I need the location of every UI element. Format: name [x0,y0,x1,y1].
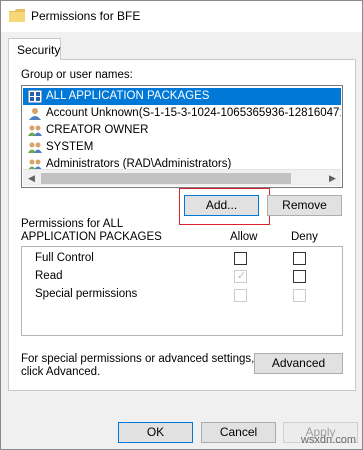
special-allow-checkbox [234,289,247,302]
advanced-button[interactable]: Advanced [254,353,343,374]
users-icon [28,141,42,154]
permissions-label-line1: Permissions for ALL [21,218,124,230]
ok-button[interactable]: OK [118,422,193,443]
cancel-button[interactable]: Cancel [201,422,276,443]
list-item-label: Account Unknown(S-1-15-3-1024-1065365936… [46,107,341,119]
add-button[interactable]: Add... [184,195,259,216]
perm-row-label: Full Control [35,252,94,264]
group-names-label: Group or user names: [21,69,133,81]
perm-row-label: Read [35,270,63,282]
checkmark-icon: ✓ [236,270,247,282]
list-item[interactable]: SYSTEM [23,139,341,156]
window-title: Permissions for BFE [31,9,141,23]
special-deny-checkbox [293,289,306,302]
remove-button[interactable]: Remove [267,195,342,216]
advanced-note-line1: For special permissions or advanced sett… [21,353,255,365]
deny-column-header: Deny [291,231,318,243]
folder-icon [9,9,25,22]
user-icon [28,107,42,120]
advanced-note-line2: click Advanced. [21,366,101,378]
permissions-dialog: Permissions for BFE Security Group or us… [0,0,363,450]
users-icon [28,124,42,137]
scroll-right-icon[interactable]: ▶ [324,170,341,187]
perm-row-label: Special permissions [35,288,138,300]
full-control-allow-checkbox[interactable] [234,252,247,265]
permissions-label-line2: APPLICATION PACKAGES [21,231,162,243]
read-allow-checkbox[interactable]: ✓ [234,270,247,283]
allow-column-header: Allow [230,231,258,243]
title-bar: Permissions for BFE [1,1,362,32]
watermark: wsxdn.com [300,434,356,446]
list-item[interactable]: ALL APPLICATION PACKAGES [23,88,341,105]
list-item-label: CREATOR OWNER [46,124,149,136]
full-control-deny-checkbox[interactable] [293,252,306,265]
list-item-label: SYSTEM [46,141,94,153]
read-deny-checkbox[interactable] [293,270,306,283]
scrollbar-thumb[interactable] [41,173,291,184]
packages-icon [27,89,43,104]
horizontal-scrollbar[interactable]: ◀ ▶ [23,169,341,186]
list-item[interactable]: Account Unknown(S-1-15-3-1024-1065365936… [23,105,341,122]
list-item[interactable]: CREATOR OWNER [23,122,341,139]
scroll-left-icon[interactable]: ◀ [23,170,40,187]
group-user-list[interactable]: ALL APPLICATION PACKAGES Account Unknown… [21,85,343,188]
tab-security[interactable]: Security [8,38,61,60]
list-item-label: ALL APPLICATION PACKAGES [46,90,210,102]
